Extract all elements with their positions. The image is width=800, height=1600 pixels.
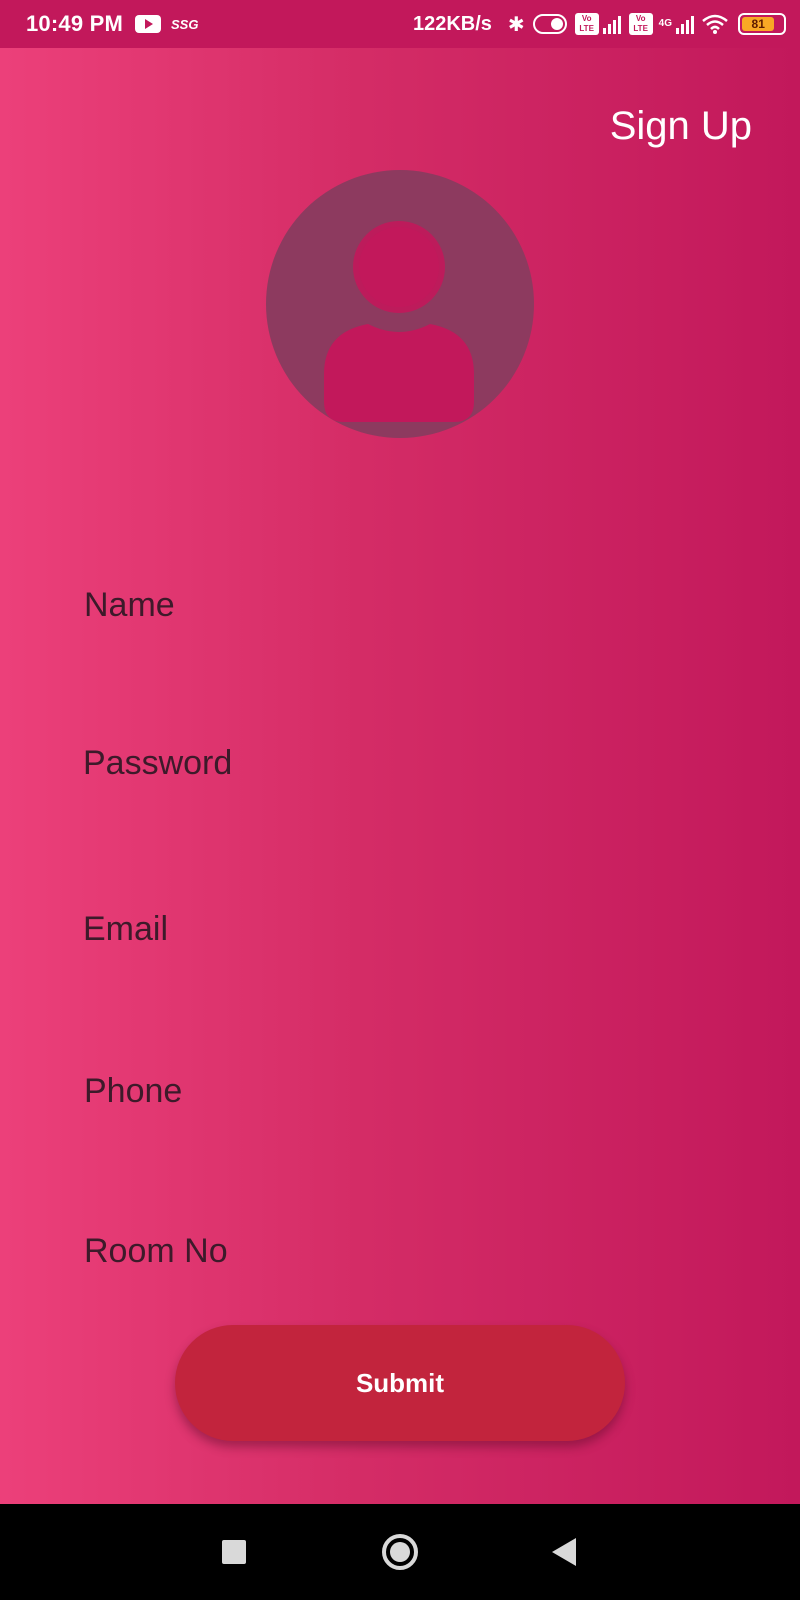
page-title: Sign Up: [609, 104, 752, 148]
email-field[interactable]: Email: [83, 910, 168, 949]
signal-icon: [602, 14, 621, 34]
volte-icon: Vo LTE: [574, 13, 599, 35]
room-no-field[interactable]: Room No: [84, 1232, 228, 1271]
volte-icon: Vo LTE: [628, 13, 653, 35]
battery-level: 81: [742, 17, 775, 31]
battery-icon: 81: [738, 13, 786, 35]
notification-label: SSG: [170, 16, 199, 32]
status-time: 10:49 PM: [26, 11, 123, 36]
signup-screen: Sign Up Name Password Email Phone Room N…: [0, 48, 800, 1504]
network-speed: 122KB/s: [412, 12, 492, 35]
back-button[interactable]: [514, 1504, 614, 1600]
phone-field[interactable]: Phone: [84, 1072, 182, 1111]
submit-button[interactable]: Submit: [175, 1325, 625, 1441]
toggle-icon: [532, 14, 567, 34]
signal-icon: [676, 14, 694, 34]
status-bar: 10:49 PM SSG 122KB/s ✱ Vo LTE Vo LTE 4G …: [0, 0, 800, 48]
navigation-bar: [0, 1504, 800, 1600]
wifi-icon: [702, 14, 728, 34]
back-icon: [552, 1538, 576, 1566]
name-field[interactable]: Name: [84, 586, 175, 625]
home-button[interactable]: [350, 1504, 450, 1600]
recents-icon: [222, 1540, 246, 1564]
user-avatar-icon[interactable]: [266, 170, 534, 438]
network-type: 4G: [658, 18, 672, 29]
home-icon: [382, 1534, 418, 1570]
youtube-icon: [134, 15, 161, 33]
bluetooth-icon: ✱: [507, 13, 525, 36]
recents-button[interactable]: [184, 1504, 284, 1600]
password-field[interactable]: Password: [83, 744, 232, 783]
